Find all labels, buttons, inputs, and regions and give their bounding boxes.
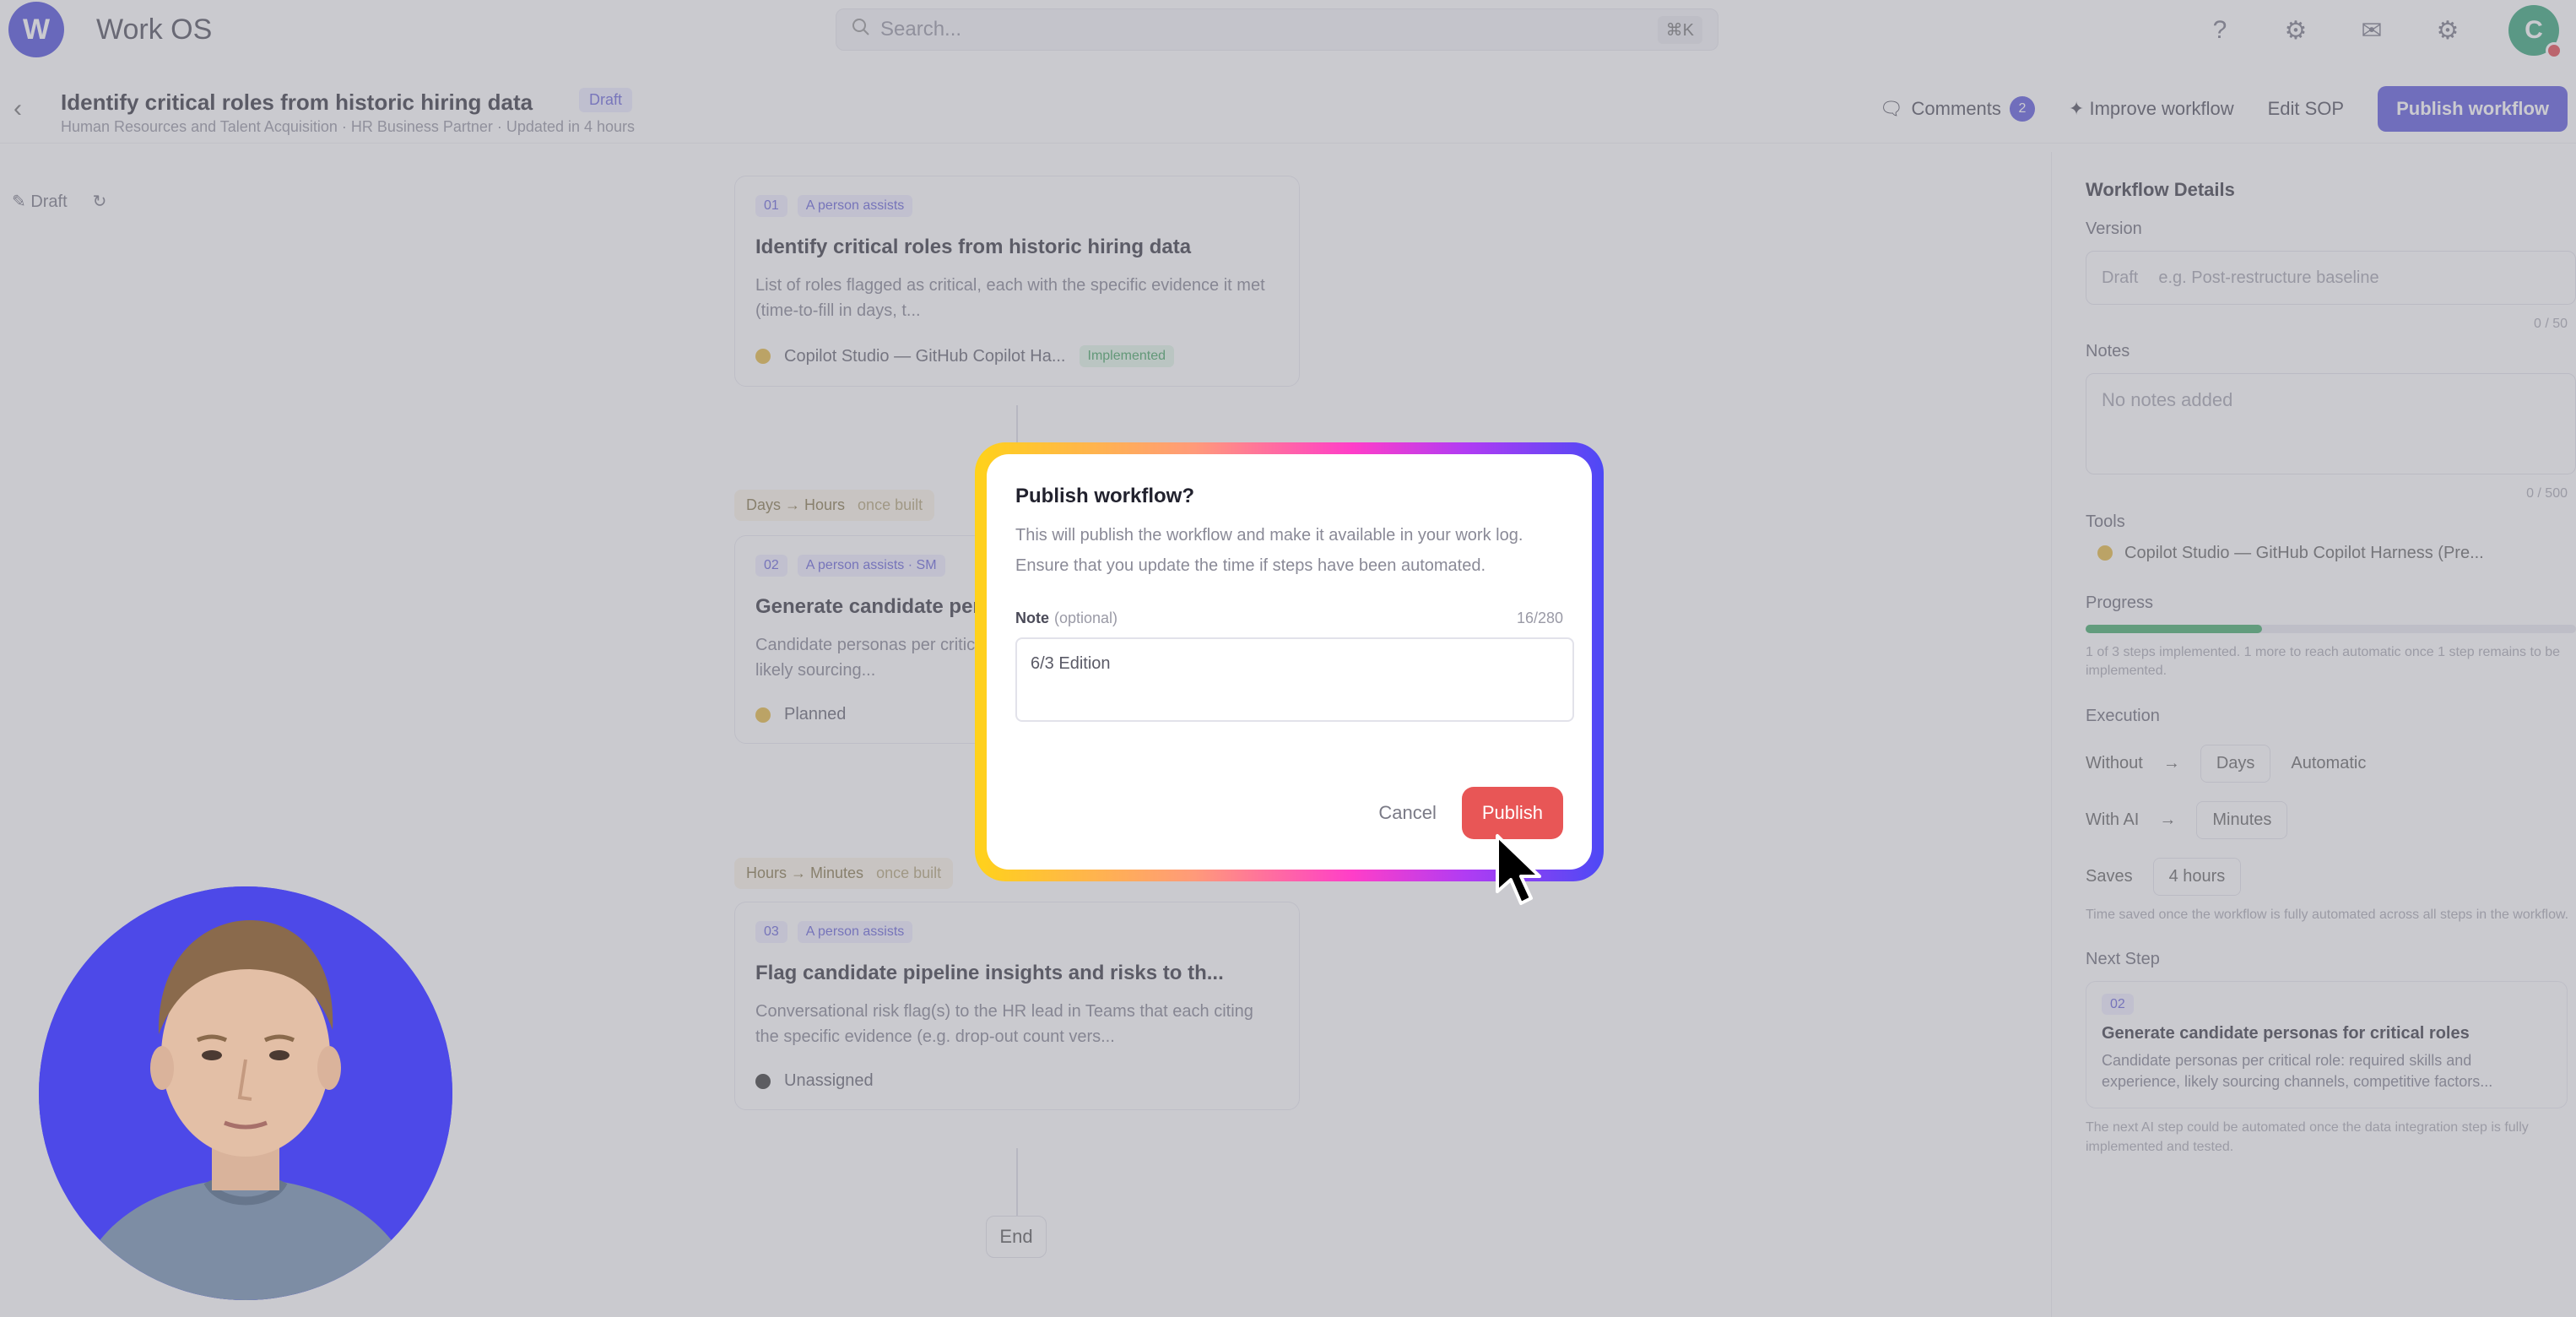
dialog-description: This will publish the workflow and make … (1015, 526, 1523, 575)
note-input[interactable]: 6/3 Edition (1015, 637, 1574, 722)
note-label-row: Note (optional) 16/280 (1015, 610, 1563, 627)
note-optional: (optional) (1054, 610, 1118, 626)
webcam-overlay (39, 886, 452, 1300)
dialog-title: Publish workflow? (1015, 485, 1195, 507)
cancel-button[interactable]: Cancel (1378, 802, 1436, 824)
presenter-video (39, 886, 452, 1300)
publish-button[interactable]: Publish (1461, 787, 1563, 839)
publish-dialog: Publish workflow? This will publish the … (987, 454, 1592, 870)
note-counter: 16/280 (1516, 610, 1563, 626)
mouse-cursor-icon (1496, 834, 1541, 905)
note-label: Note (1015, 610, 1049, 626)
publish-dialog-frame: Publish workflow? This will publish the … (975, 442, 1604, 881)
